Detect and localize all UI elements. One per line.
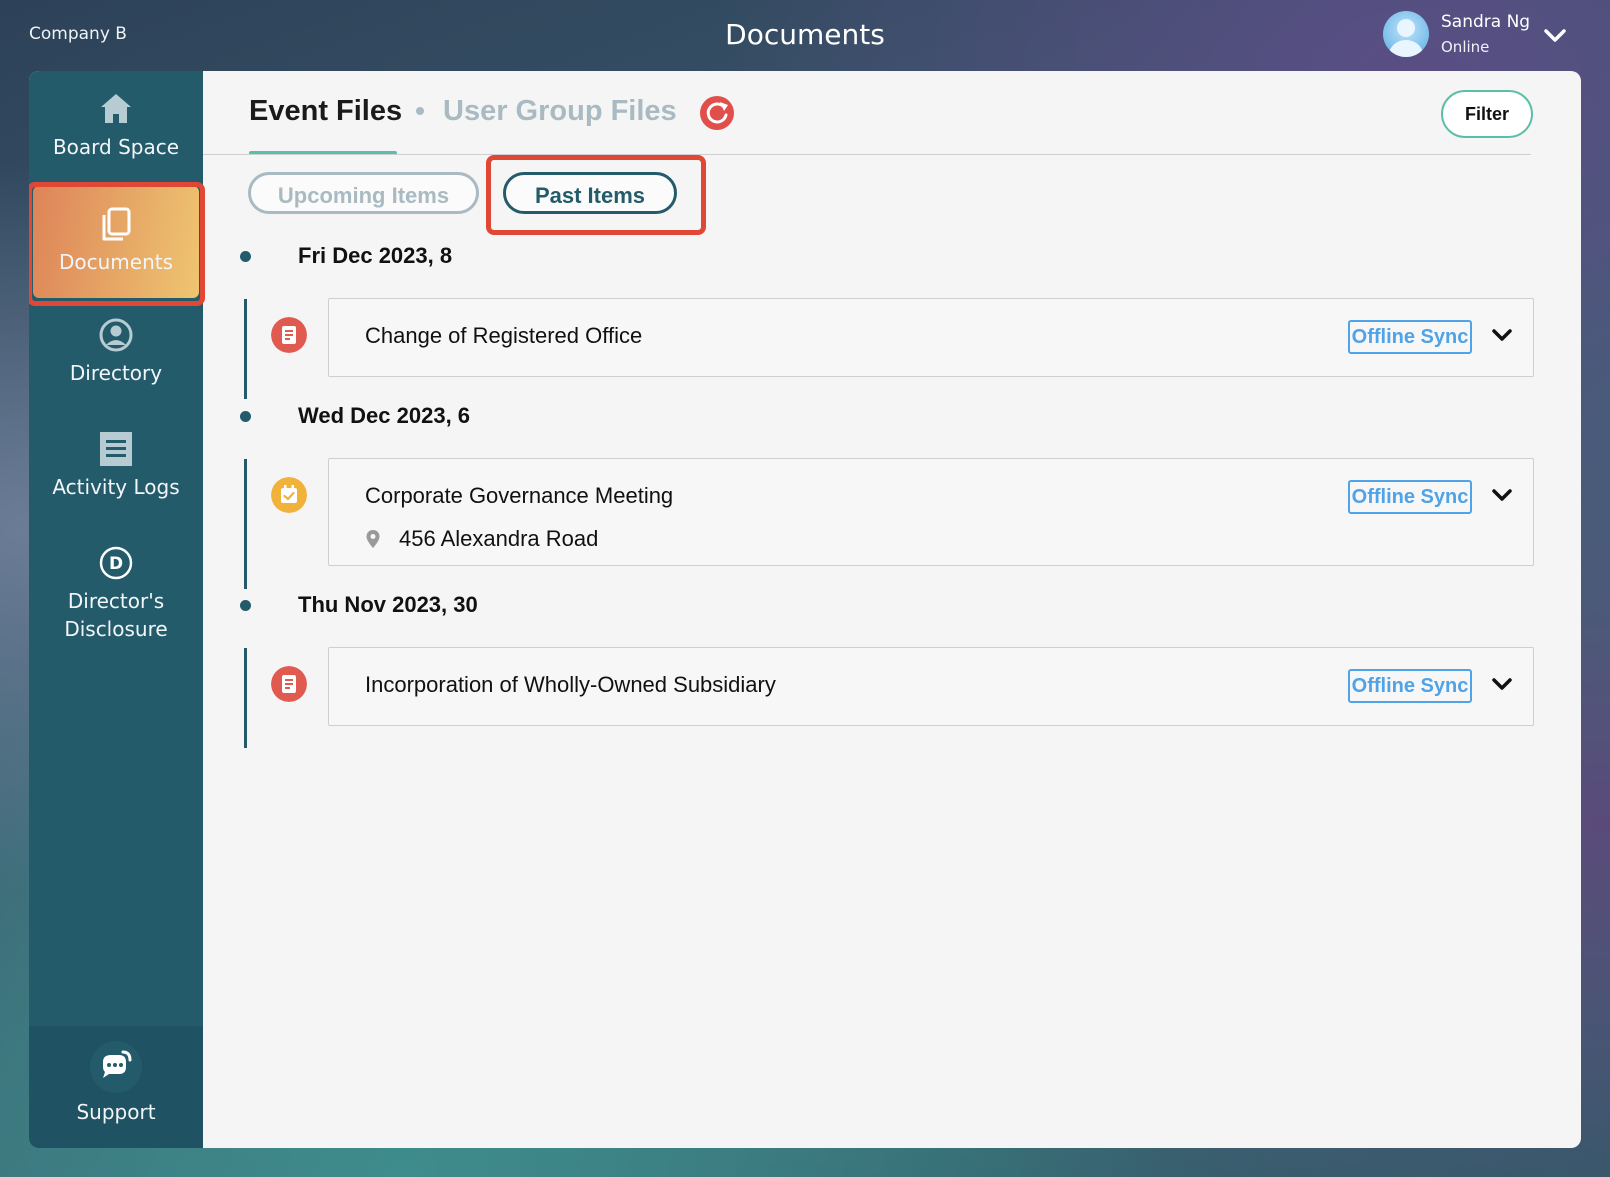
timeline-line xyxy=(244,648,247,748)
main-frame: Board Space Documents Directory Activity… xyxy=(29,71,1581,1148)
d-circle-icon: D xyxy=(99,546,133,580)
chevron-down-icon[interactable] xyxy=(1491,677,1513,693)
event-location: 456 Alexandra Road xyxy=(365,526,598,552)
timeline-line xyxy=(244,459,247,589)
sidebar-item-label: Activity Logs xyxy=(52,475,180,499)
timeline-line xyxy=(244,299,247,399)
chevron-down-icon[interactable] xyxy=(1543,27,1567,45)
chevron-down-icon[interactable] xyxy=(1491,488,1513,504)
event-title: Incorporation of Wholly-Owned Subsidiary xyxy=(365,672,776,697)
chat-support-icon xyxy=(90,1041,142,1093)
support-label: Support xyxy=(76,1100,156,1124)
user-name: Sandra Ng xyxy=(1441,12,1531,32)
tab-event-files[interactable]: Event Files xyxy=(249,95,402,128)
sidebar-item-label: Directory xyxy=(69,361,163,385)
offline-sync-button[interactable]: Offline Sync xyxy=(1348,320,1472,354)
timeline-dot xyxy=(240,411,251,422)
event-card[interactable]: Change of Registered Office Offline Sync xyxy=(328,298,1534,377)
event-card[interactable]: Corporate Governance Meeting 456 Alexand… xyxy=(328,458,1534,566)
document-event-icon xyxy=(271,666,307,702)
documents-icon xyxy=(102,207,131,241)
upcoming-items-button[interactable]: Upcoming Items xyxy=(248,172,479,214)
event-title: Change of Registered Office xyxy=(365,323,643,348)
offline-sync-button[interactable]: Offline Sync xyxy=(1348,480,1472,514)
tab-separator-dot xyxy=(416,107,424,115)
chevron-down-icon[interactable] xyxy=(1491,328,1513,344)
date-label: Fri Dec 2023, 8 xyxy=(298,243,453,268)
sidebar-item-label-line2: Disclosure xyxy=(64,617,168,641)
past-items-highlight xyxy=(486,155,706,235)
meeting-event-icon xyxy=(271,477,307,513)
sidebar-item-label: Board Space xyxy=(52,135,180,159)
sidebar-item-directors-disclosure[interactable]: D Director's Disclosure xyxy=(29,545,203,641)
sidebar-item-label: Documents xyxy=(58,250,174,274)
sidebar-item-board-space[interactable]: Board Space xyxy=(29,91,203,159)
tabs-divider xyxy=(203,154,1531,155)
location-pin-icon xyxy=(366,530,380,548)
sidebar-item-activity-logs[interactable]: Activity Logs xyxy=(29,431,203,499)
offline-sync-button[interactable]: Offline Sync xyxy=(1348,669,1472,703)
support-button[interactable]: Support xyxy=(29,1040,203,1124)
svg-text:D: D xyxy=(109,554,123,574)
user-menu[interactable]: Sandra Ng Online xyxy=(1383,11,1566,57)
event-location-text: 456 Alexandra Road xyxy=(399,526,599,551)
user-circle-icon xyxy=(99,318,133,352)
timeline-dot xyxy=(240,600,251,611)
avatar[interactable] xyxy=(1383,11,1429,57)
refresh-icon[interactable] xyxy=(699,95,735,131)
timeline-dot xyxy=(240,251,251,262)
event-title: Corporate Governance Meeting xyxy=(365,483,674,508)
document-event-icon xyxy=(271,317,307,353)
date-label: Wed Dec 2023, 6 xyxy=(298,403,471,428)
event-card[interactable]: Incorporation of Wholly-Owned Subsidiary… xyxy=(328,647,1534,726)
sidebar-item-directory[interactable]: Directory xyxy=(29,317,203,385)
page-title: Documents xyxy=(725,18,885,51)
sidebar-item-label: Director's xyxy=(67,589,165,613)
content-area: Event Files User Group Files Filter Upco… xyxy=(203,71,1581,1148)
sidebar: Board Space Documents Directory Activity… xyxy=(29,71,205,1148)
filter-button[interactable]: Filter xyxy=(1441,90,1533,138)
list-icon xyxy=(100,432,132,466)
date-label: Thu Nov 2023, 30 xyxy=(298,592,478,617)
user-status: Online xyxy=(1441,38,1490,56)
tab-user-group-files[interactable]: User Group Files xyxy=(443,95,677,128)
support-area: Support xyxy=(29,1026,203,1148)
home-icon xyxy=(101,94,131,123)
sidebar-item-documents[interactable]: Documents xyxy=(29,206,203,274)
